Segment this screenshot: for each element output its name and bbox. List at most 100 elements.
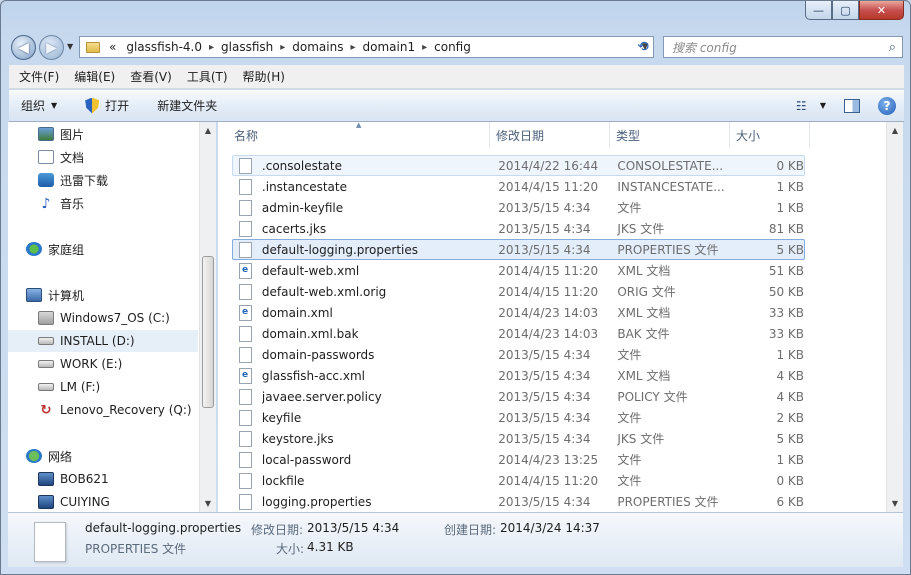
column-header-row: 名称 ▲ 修改日期 类型 大小 <box>228 122 878 148</box>
file-size: 1 KB <box>776 179 804 194</box>
column-header-label: 名称 <box>234 128 259 143</box>
file-type: JKS 文件 <box>617 222 665 236</box>
breadcrumb-segment[interactable]: domain1 <box>358 40 421 54</box>
file-name: domain.xml <box>261 305 333 320</box>
file-icon <box>239 283 252 300</box>
file-date: 2013/5/15 4:34 <box>498 431 591 446</box>
scrollbar-thumb[interactable] <box>202 256 214 408</box>
drive-icon <box>38 383 54 391</box>
nav-item-documents[interactable]: 文档 <box>38 146 84 168</box>
close-button[interactable]: ✕ <box>859 1 904 20</box>
breadcrumb-separator-icon[interactable]: ▸ <box>348 42 357 53</box>
forward-arrow-icon: ▶ <box>46 39 57 56</box>
nav-item-computer[interactable]: 计算机 <box>26 284 84 306</box>
file-icon <box>239 451 252 468</box>
nav-item-host[interactable]: CUIYING <box>38 491 110 512</box>
chevron-down-icon: ▼ <box>67 42 74 51</box>
breadcrumb-separator-icon[interactable]: ▸ <box>420 42 429 53</box>
column-header-size[interactable]: 大小 <box>730 122 810 148</box>
file-list-scrollbar[interactable]: ▲ ▼ <box>886 122 903 512</box>
search-icon[interactable]: ⌕ <box>889 40 896 55</box>
organize-button[interactable]: 组织 ▼ <box>21 97 57 114</box>
file-row[interactable]: domain-passwords 2013/5/15 4:34 文件 1 KB <box>232 344 805 365</box>
help-icon[interactable]: ? <box>878 96 896 115</box>
nav-item-host[interactable]: BOB621 <box>38 468 109 490</box>
view-options-dropdown-icon[interactable]: ▼ <box>820 101 826 110</box>
column-header-name[interactable]: 名称 ▲ <box>228 122 490 148</box>
search-input[interactable]: 搜索 config ⌕ <box>663 36 903 58</box>
back-button[interactable]: ◀ <box>11 35 36 60</box>
maximize-button[interactable]: ▢ <box>832 1 859 20</box>
menu-edit[interactable]: 编辑(E) <box>74 68 115 85</box>
file-row[interactable]: javaee.server.policy 2013/5/15 4:34 POLICY… <box>232 386 805 407</box>
scroll-down-icon[interactable]: ▼ <box>200 495 216 512</box>
nav-item-drive-f[interactable]: LM (F:) <box>38 376 100 398</box>
file-type: BAK 文件 <box>617 327 670 341</box>
homegroup-icon <box>26 242 42 256</box>
file-row[interactable]: admin-keyfile 2013/5/15 4:34 文件 1 KB <box>232 197 805 218</box>
column-header-date[interactable]: 修改日期 <box>490 122 610 148</box>
menu-view[interactable]: 查看(V) <box>130 68 172 85</box>
view-options-icon[interactable]: ☷ <box>796 99 816 113</box>
new-folder-button[interactable]: 新建文件夹 <box>157 97 217 114</box>
file-row[interactable]: local-password 2014/4/23 13:25 文件 1 KB <box>232 449 805 470</box>
file-name: default-web.xml <box>261 263 360 278</box>
open-button[interactable]: 打开 <box>85 97 129 114</box>
file-row[interactable]: cacerts.jks 2013/5/15 4:34 JKS 文件 81 KB <box>232 218 805 239</box>
nav-item-homegroup[interactable]: 家庭组 <box>26 238 84 260</box>
address-bar[interactable]: « glassfish-4.0 ▸ glassfish ▸ domains ▸ … <box>79 36 654 58</box>
scroll-up-icon[interactable]: ▲ <box>200 122 216 139</box>
preview-pane-icon[interactable] <box>844 98 860 113</box>
file-name: logging.properties <box>261 494 372 509</box>
breadcrumb-separator-icon[interactable]: ▸ <box>207 42 216 53</box>
recent-pages-dropdown[interactable]: ▼ <box>67 42 73 51</box>
shield-icon <box>85 97 100 114</box>
breadcrumb-segment[interactable]: glassfish <box>216 40 278 54</box>
refresh-button[interactable]: ⟲ <box>631 37 655 57</box>
nav-item-drive-d[interactable]: INSTALL (D:) <box>8 330 198 352</box>
details-filename: default-logging.properties <box>85 521 242 535</box>
details-created-label: 创建日期: <box>444 523 497 537</box>
breadcrumb-segment[interactable]: glassfish-4.0 <box>121 40 207 54</box>
command-bar: 组织 ▼ 打开 新建文件夹 ☷ ▼ ? <box>9 90 904 122</box>
file-row[interactable]: domain.xml.bak 2014/4/23 14:03 BAK 文件 33 KB <box>232 323 805 344</box>
breadcrumb-overflow[interactable]: « <box>104 40 121 54</box>
file-row[interactable]: default-web.xml 2014/4/15 11:20 XML 文档 51 K… <box>232 260 805 281</box>
nav-item-pictures[interactable]: 图片 <box>38 123 84 145</box>
menu-help[interactable]: 帮助(H) <box>243 68 285 85</box>
network-computer-icon <box>38 472 54 486</box>
breadcrumb-separator-icon[interactable]: ▸ <box>278 42 287 53</box>
file-row[interactable]: keyfile 2013/5/15 4:34 文件 2 KB <box>232 407 805 428</box>
nav-scrollbar[interactable]: ▲ ▼ <box>199 122 216 512</box>
breadcrumb-segment[interactable]: domains <box>287 40 348 54</box>
scroll-up-icon[interactable]: ▲ <box>887 122 903 139</box>
file-name: admin-keyfile <box>261 200 344 215</box>
file-row[interactable]: logging.properties 2013/5/15 4:34 PROPERTI… <box>232 491 805 512</box>
menu-file[interactable]: 文件(F) <box>19 68 59 85</box>
nav-item-drive-q[interactable]: ↻ Lenovo_Recovery (Q:) <box>38 399 192 421</box>
minimize-button[interactable]: — <box>805 1 832 20</box>
file-icon <box>239 409 252 426</box>
file-icon <box>239 430 252 447</box>
file-row[interactable]: default-logging.properties 2013/5/15 4:34… <box>232 239 805 260</box>
nav-item-music[interactable]: ♪ 音乐 <box>38 192 84 214</box>
file-row[interactable]: .instancestate 2014/4/15 11:20 INSTANCESTA… <box>232 176 805 197</box>
file-row[interactable]: lockfile 2014/4/15 11:20 文件 0 KB <box>232 470 805 491</box>
file-row[interactable]: default-web.xml.orig 2014/4/15 11:20 ORIG … <box>232 281 805 302</box>
menu-tools[interactable]: 工具(T) <box>187 68 228 85</box>
nav-item-drive-e[interactable]: WORK (E:) <box>38 353 122 375</box>
file-row[interactable]: keystore.jks 2013/5/15 4:34 JKS 文件 5 KB <box>232 428 805 449</box>
column-header-type[interactable]: 类型 <box>610 122 730 148</box>
file-size: 0 KB <box>776 473 804 488</box>
file-row[interactable]: glassfish-acc.xml 2013/5/15 4:34 XML 文档 4 K… <box>232 365 805 386</box>
forward-button[interactable]: ▶ <box>39 35 64 60</box>
scroll-down-icon[interactable]: ▼ <box>887 495 903 512</box>
file-type: 文件 <box>617 474 642 488</box>
nav-item-thunder-download[interactable]: 迅雷下载 <box>38 169 108 191</box>
file-type: ORIG 文件 <box>617 285 676 299</box>
breadcrumb-segment[interactable]: config <box>429 40 476 54</box>
nav-item-drive-c[interactable]: Windows7_OS (C:) <box>38 307 170 329</box>
file-row[interactable]: domain.xml 2014/4/23 14:03 XML 文档 33 KB <box>232 302 805 323</box>
nav-item-network[interactable]: 网络 <box>26 445 72 467</box>
file-row[interactable]: .consolestate 2014/4/22 16:44 CONSOLESTATE… <box>232 155 805 176</box>
